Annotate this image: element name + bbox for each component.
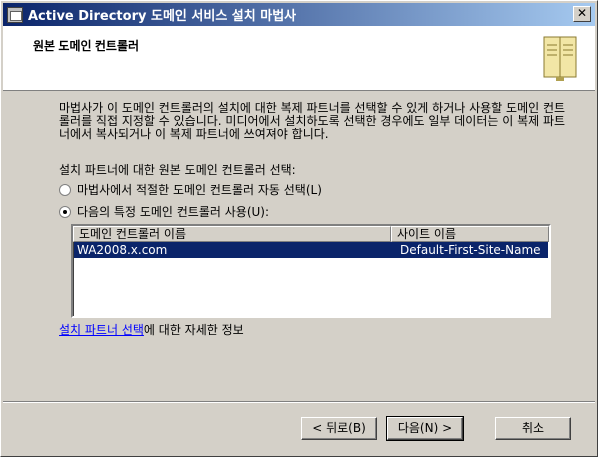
site-name-cell: Default-First-Site-Name bbox=[400, 243, 541, 257]
app-icon bbox=[7, 6, 23, 23]
table-row[interactable]: WA2008.x.com Default-First-Site-Name bbox=[74, 242, 548, 258]
back-button[interactable]: < 뒤로(B) bbox=[301, 417, 377, 440]
window-title: Active Directory 도메인 서비스 설치 마법사 bbox=[28, 9, 297, 24]
footer-divider bbox=[3, 401, 595, 403]
dc-name-cell: WA2008.x.com bbox=[77, 243, 168, 257]
book-icon bbox=[543, 36, 577, 81]
help-link-suffix: 에 대한 자세한 정보 bbox=[143, 323, 244, 337]
title-bar[interactable]: Active Directory 도메인 서비스 설치 마법사 ✕ bbox=[3, 3, 595, 26]
radio-specific-dc[interactable]: 다음의 특정 도메인 컨트롤러 사용(U): bbox=[59, 203, 269, 220]
wizard-header: 원본 도메인 컨트롤러 bbox=[3, 26, 595, 91]
wizard-description: 마법사가 이 도메인 컨트롤러의 설치에 대한 복제 파트너를 선택할 수 있게… bbox=[59, 101, 566, 141]
dc-list[interactable]: 도메인 컨트롤러 이름 사이트 이름 WA2008.x.com Default-… bbox=[71, 224, 551, 318]
source-prompt: 설치 파트너에 대한 원본 도메인 컨트롤러 선택: bbox=[59, 163, 296, 177]
next-button[interactable]: 다음(N) > bbox=[386, 416, 464, 441]
column-header-site-name[interactable]: 사이트 이름 bbox=[391, 226, 549, 242]
help-row: 설치 파트너 선택에 대한 자세한 정보 bbox=[59, 321, 244, 338]
radio-button[interactable] bbox=[59, 183, 71, 196]
radio-label: 마법사에서 적절한 도메인 컨트롤러 자동 선택(L) bbox=[77, 183, 322, 197]
cancel-button[interactable]: 취소 bbox=[495, 417, 571, 440]
radio-auto-select[interactable]: 마법사에서 적절한 도메인 컨트롤러 자동 선택(L) bbox=[59, 181, 322, 198]
page-title: 원본 도메인 컨트롤러 bbox=[33, 39, 140, 53]
help-link[interactable]: 설치 파트너 선택 bbox=[59, 323, 144, 337]
close-button[interactable]: ✕ bbox=[573, 6, 591, 22]
column-header-dc-name[interactable]: 도메인 컨트롤러 이름 bbox=[73, 226, 391, 242]
wizard-window: Active Directory 도메인 서비스 설치 마법사 ✕ 원본 도메인… bbox=[0, 0, 598, 457]
radio-label: 다음의 특정 도메인 컨트롤러 사용(U): bbox=[77, 205, 270, 219]
radio-button-checked[interactable] bbox=[59, 205, 71, 218]
list-header: 도메인 컨트롤러 이름 사이트 이름 bbox=[73, 226, 549, 242]
